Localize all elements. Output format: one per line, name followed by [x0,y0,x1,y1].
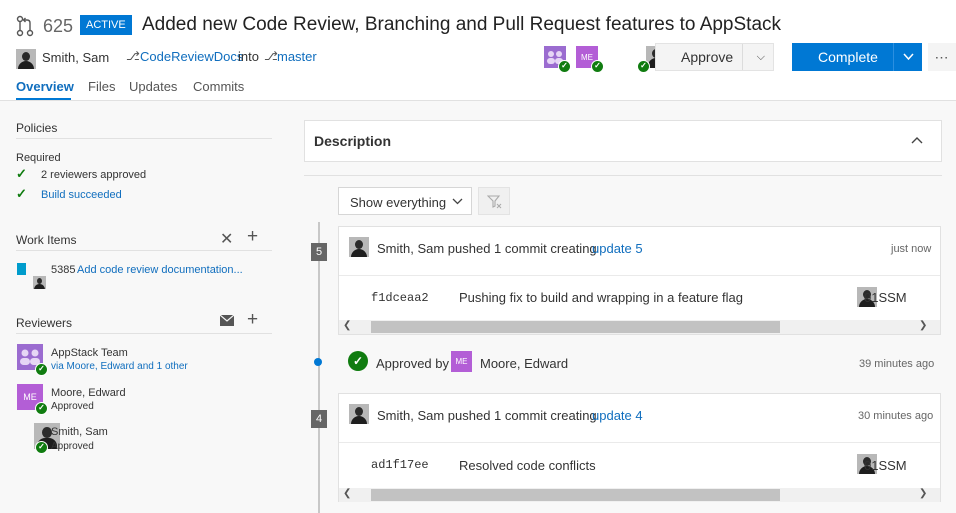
timeline-line [318,222,320,513]
reviewer-name[interactable]: Moore, Edward [51,387,126,399]
pusher-avatar [349,404,369,424]
approved-check-icon: ✓ [637,60,650,73]
horizontal-scrollbar[interactable]: ❮ ❯ [339,488,940,502]
tab-overview[interactable]: Overview [16,79,74,94]
update-link[interactable]: update 5 [592,241,643,256]
approved-check-icon: ✓ [35,402,48,415]
add-icon[interactable]: + [247,226,258,248]
description-card[interactable]: Description [304,120,942,162]
branch-icon: ⎇ [264,49,278,63]
filter-selected: Show everything [350,195,447,210]
into-label: into [238,49,259,64]
divider [339,442,940,443]
source-branch-link[interactable]: CodeReviewDocs [140,49,243,64]
update-link[interactable]: update 4 [592,408,643,423]
check-icon: ✓ [16,186,27,201]
branch-icon: ⎇ [126,49,140,63]
work-item-link[interactable]: Add code review documentation... [77,264,243,276]
committer-name: 01SSM [864,458,907,473]
check-icon: ✓ [16,166,27,181]
commit-message: Resolved code conflicts [459,458,596,473]
commit-message: Pushing fix to build and wrapping in a f… [459,290,744,305]
approved-check-icon: ✓ [35,363,48,376]
clear-filter-button[interactable] [478,187,510,215]
reviewer-status: Approved [51,441,94,452]
scrollbar-thumb[interactable] [371,489,780,501]
divider [16,138,272,139]
work-item-id: 5385 [51,264,76,276]
divider [304,175,942,176]
reviewer-name[interactable]: AppStack Team [51,347,128,359]
scrollbar-thumb[interactable] [371,321,780,333]
update-card: Smith, Sam pushed 1 commit creating upda… [338,226,941,335]
policy-item-link[interactable]: Build succeeded [41,189,122,201]
author-avatar [16,49,36,69]
commit-id-link[interactable]: ad1f17ee [371,458,429,472]
more-actions-button[interactable]: ⋯ [928,43,956,71]
pusher-avatar [349,237,369,257]
policy-item: 2 reviewers approved [41,169,147,181]
horizontal-scrollbar[interactable]: ❮ ❯ [339,320,940,334]
add-icon[interactable]: + [247,309,258,331]
chevron-up-icon[interactable] [911,136,923,144]
divider [339,275,940,276]
update-badge: 5 [311,243,327,261]
approver-name[interactable]: Moore, Edward [480,356,568,371]
status-badge: ACTIVE [80,15,132,35]
complete-button[interactable]: Complete [818,49,878,65]
timestamp: 30 minutes ago [858,410,934,422]
target-branch-link[interactable]: master [277,49,317,64]
work-item-type-icon [17,263,26,275]
update-text: Smith, Sam pushed 1 commit creating [377,408,597,423]
policies-title: Policies [16,121,58,135]
approve-button[interactable]: Approve [681,49,733,65]
timeline-dot [314,358,322,366]
pr-header: 625 ACTIVE Added new Code Review, Branch… [0,0,956,101]
timestamp: just now [891,243,932,255]
tab-files[interactable]: Files [88,79,115,94]
divider [16,333,272,334]
timestamp: 39 minutes ago [859,358,935,370]
approve-button-group: Approve ⌵ [655,43,774,71]
reviewer-status: Approved [51,401,94,412]
work-items-title: Work Items [16,233,77,247]
tab-commits[interactable]: Commits [193,79,244,94]
tab-updates[interactable]: Updates [129,79,177,94]
approved-check-icon: ✓ [348,351,368,371]
commit-id-link[interactable]: f1dceaa2 [371,291,429,305]
committer-name: 01SSM [864,290,907,305]
approver-avatar: ME [451,351,472,372]
update-card: Smith, Sam pushed 1 commit creating upda… [338,393,941,502]
reviewer-sub-link[interactable]: via Moore, Edward and 1 other [51,361,188,372]
description-title: Description [314,133,392,149]
active-tab-indicator [16,98,71,100]
scroll-left-icon[interactable]: ❮ [343,320,351,331]
chevron-down-icon [452,198,463,205]
work-item-assignee-avatar [33,276,46,289]
scroll-right-icon[interactable]: ❯ [919,488,927,499]
close-icon[interactable]: ✕ [220,229,233,249]
scroll-right-icon[interactable]: ❯ [919,320,927,331]
update-badge: 4 [311,410,327,428]
required-label: Required [16,152,61,164]
reviewers-title: Reviewers [16,316,73,330]
approved-check-icon: ✓ [591,60,604,73]
chevron-down-icon[interactable] [903,53,914,61]
mail-icon[interactable] [219,313,235,326]
chevron-down-icon[interactable]: ⌵ [757,51,765,64]
update-text: Smith, Sam pushed 1 commit creating [377,241,597,256]
pr-number: 625 [43,16,74,36]
filter-dropdown[interactable]: Show everything [338,187,472,215]
pull-request-icon [16,15,34,37]
reviewer-name[interactable]: Smith, Sam [51,426,108,438]
author-name[interactable]: Smith, Sam [42,50,109,65]
page-title: Added new Code Review, Branching and Pul… [142,14,782,35]
complete-button-group: Complete [792,43,922,71]
approval-text: Approved by [376,356,449,371]
scroll-left-icon[interactable]: ❮ [343,488,351,499]
approved-check-icon: ✓ [35,441,48,454]
divider [16,250,272,251]
filter-clear-icon [487,195,502,209]
approved-check-icon: ✓ [558,60,571,73]
